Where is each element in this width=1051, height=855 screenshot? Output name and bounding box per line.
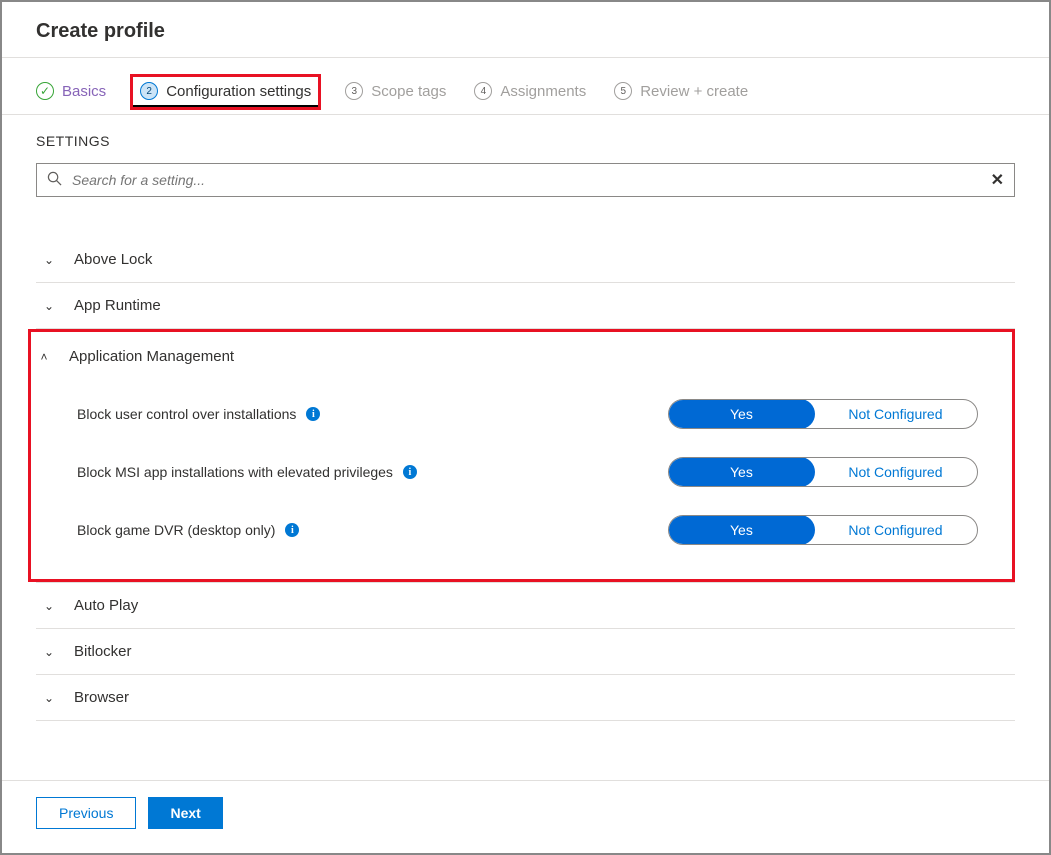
page-title: Create profile xyxy=(36,20,1015,43)
toggle-not-configured[interactable]: Not Configured xyxy=(814,516,977,544)
tab-basics[interactable]: ✓ Basics xyxy=(36,82,106,108)
setting-row: Block user control over installations i … xyxy=(77,385,1004,443)
toggle-not-configured[interactable]: Not Configured xyxy=(814,400,977,428)
tab-assignments[interactable]: 4 Assignments xyxy=(474,82,586,108)
check-icon: ✓ xyxy=(36,82,54,100)
category-application-management: ˄ Application Management Block user cont… xyxy=(31,334,1004,577)
step-badge: 3 xyxy=(345,82,363,100)
toggle-yes[interactable]: Yes xyxy=(668,399,815,429)
tab-label: Review + create xyxy=(640,83,748,100)
search-icon xyxy=(47,171,62,190)
tab-configuration-settings[interactable]: 2 Configuration settings xyxy=(134,82,317,108)
category-label: App Runtime xyxy=(74,297,161,314)
category-header[interactable]: ⌄ Above Lock xyxy=(36,237,1015,282)
category-header[interactable]: ˄ Application Management xyxy=(31,334,1004,379)
category-label: Bitlocker xyxy=(74,643,132,660)
category-above-lock: ⌄ Above Lock xyxy=(36,237,1015,283)
chevron-down-icon: ⌄ xyxy=(42,253,56,267)
tab-label: Scope tags xyxy=(371,83,446,100)
chevron-down-icon: ⌄ xyxy=(42,299,56,313)
category-header[interactable]: ⌄ Connectivity xyxy=(36,721,1015,735)
setting-label: Block game DVR (desktop only) xyxy=(77,522,275,538)
info-icon[interactable]: i xyxy=(285,523,299,537)
chevron-down-icon: ⌄ xyxy=(42,599,56,613)
highlighted-category-box: ˄ Application Management Block user cont… xyxy=(28,329,1015,582)
wizard-tabs: ✓ Basics 2 Configuration settings 3 Scop… xyxy=(2,58,1049,115)
wizard-footer: Previous Next xyxy=(2,780,1049,853)
category-browser: ⌄ Browser xyxy=(36,675,1015,721)
tab-scope-tags[interactable]: 3 Scope tags xyxy=(345,82,446,108)
category-header[interactable]: ⌄ App Runtime xyxy=(36,283,1015,328)
chevron-up-icon: ˄ xyxy=(37,350,51,364)
tab-label: Basics xyxy=(62,83,106,100)
step-badge: 5 xyxy=(614,82,632,100)
category-label: Auto Play xyxy=(74,597,138,614)
toggle-switch[interactable]: Yes Not Configured xyxy=(668,399,978,429)
toggle-yes[interactable]: Yes xyxy=(668,515,815,545)
step-badge: 4 xyxy=(474,82,492,100)
category-label: Application Management xyxy=(69,348,234,365)
setting-label: Block user control over installations xyxy=(77,406,296,422)
category-auto-play: ⌄ Auto Play xyxy=(36,582,1015,629)
toggle-yes[interactable]: Yes xyxy=(668,457,815,487)
search-input[interactable] xyxy=(72,172,981,188)
clear-icon[interactable]: ✕ xyxy=(991,170,1004,190)
search-box[interactable]: ✕ xyxy=(36,163,1015,197)
toggle-switch[interactable]: Yes Not Configured xyxy=(668,515,978,545)
category-label: Browser xyxy=(74,689,129,706)
info-icon[interactable]: i xyxy=(306,407,320,421)
category-header[interactable]: ⌄ Auto Play xyxy=(36,583,1015,628)
info-icon[interactable]: i xyxy=(403,465,417,479)
step-badge: 2 xyxy=(140,82,158,100)
tab-label: Assignments xyxy=(500,83,586,100)
tab-label: Configuration settings xyxy=(166,83,311,100)
settings-section-label: SETTINGS xyxy=(36,133,1015,149)
setting-row: Block game DVR (desktop only) i Yes Not … xyxy=(77,501,1004,559)
toggle-switch[interactable]: Yes Not Configured xyxy=(668,457,978,487)
previous-button[interactable]: Previous xyxy=(36,797,136,829)
category-bitlocker: ⌄ Bitlocker xyxy=(36,629,1015,675)
toggle-not-configured[interactable]: Not Configured xyxy=(814,458,977,486)
chevron-down-icon: ⌄ xyxy=(42,691,56,705)
category-connectivity: ⌄ Connectivity xyxy=(36,721,1015,735)
setting-label: Block MSI app installations with elevate… xyxy=(77,464,393,480)
category-header[interactable]: ⌄ Browser xyxy=(36,675,1015,720)
next-button[interactable]: Next xyxy=(148,797,222,829)
category-header[interactable]: ⌄ Bitlocker xyxy=(36,629,1015,674)
chevron-down-icon: ⌄ xyxy=(42,645,56,659)
category-label: Above Lock xyxy=(74,251,152,268)
tab-review-create[interactable]: 5 Review + create xyxy=(614,82,748,108)
category-app-runtime: ⌄ App Runtime xyxy=(36,283,1015,329)
setting-row: Block MSI app installations with elevate… xyxy=(77,443,1004,501)
